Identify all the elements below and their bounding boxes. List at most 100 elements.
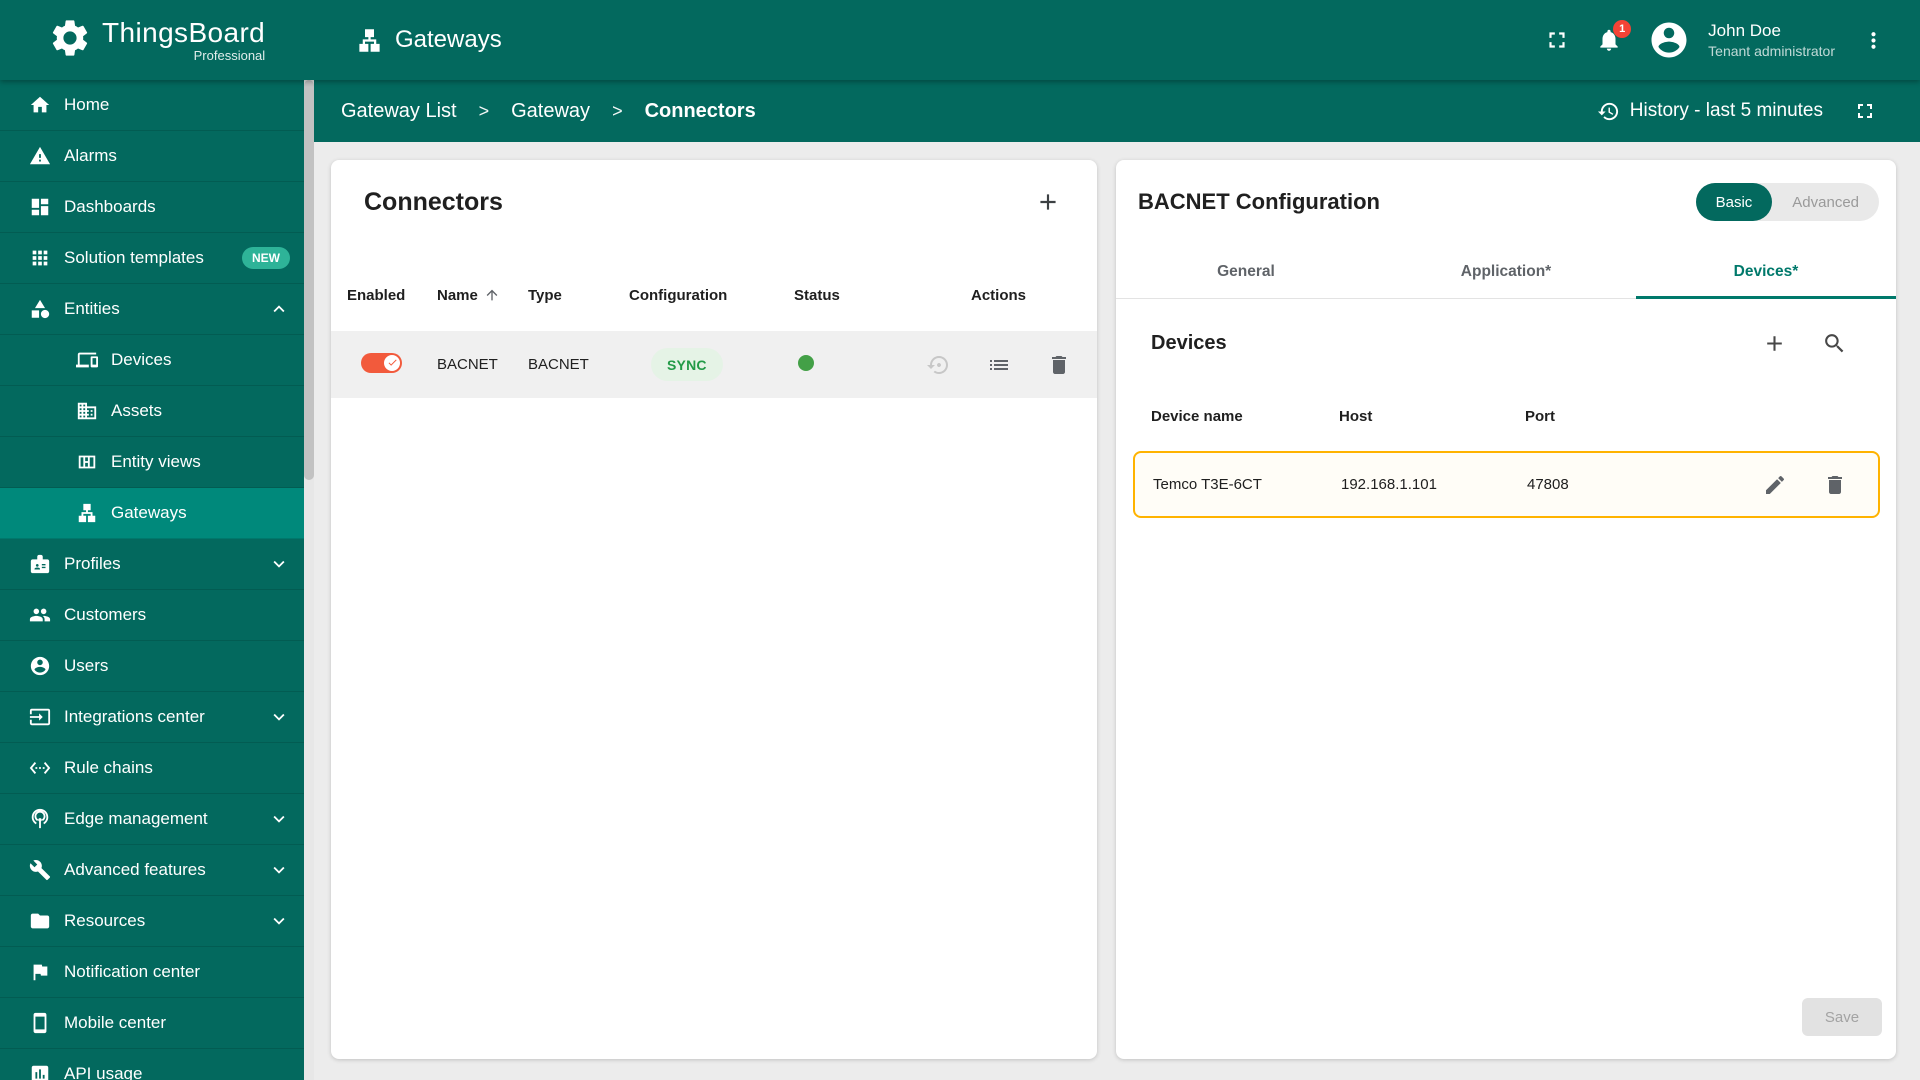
sidebar-item-label: Devices bbox=[111, 350, 172, 369]
column-configuration: Configuration bbox=[629, 286, 728, 304]
sync-chip[interactable]: SYNC bbox=[651, 348, 723, 381]
folder-icon bbox=[29, 910, 51, 932]
breadcrumb-gateway[interactable]: Gateway bbox=[511, 100, 590, 123]
antenna-icon bbox=[29, 808, 51, 830]
tab-devices[interactable]: Devices* bbox=[1636, 245, 1896, 299]
search-icon[interactable] bbox=[1822, 331, 1847, 356]
category-icon bbox=[29, 298, 51, 320]
config-card-header: BACNET Configuration Basic Advanced bbox=[1116, 180, 1896, 224]
column-host: Host bbox=[1339, 407, 1373, 425]
sidebar-item-advanced-features[interactable]: Advanced features bbox=[0, 845, 304, 896]
top-bar: ThingsBoard Professional Gateways 1 John… bbox=[0, 0, 1920, 80]
new-badge: NEW bbox=[242, 247, 290, 269]
sidebar-item-entities[interactable]: Entities bbox=[0, 284, 304, 335]
sidebar-item-profiles[interactable]: Profiles bbox=[0, 539, 304, 590]
chevron-up-icon bbox=[268, 298, 290, 320]
sidebar-item-dashboards[interactable]: Dashboards bbox=[0, 182, 304, 233]
sidebar-item-solution-templates[interactable]: Solution templates NEW bbox=[0, 233, 304, 284]
dashboard-fullscreen-icon[interactable] bbox=[1853, 99, 1877, 123]
sidebar-item-entity-views[interactable]: Entity views bbox=[0, 437, 304, 488]
brand-name: ThingsBoard bbox=[102, 17, 266, 48]
breadcrumb: Gateway List > Gateway > Connectors bbox=[341, 100, 756, 123]
user-avatar[interactable] bbox=[1648, 19, 1690, 61]
fullscreen-icon[interactable] bbox=[1544, 27, 1570, 53]
save-button[interactable]: Save bbox=[1802, 998, 1882, 1036]
warning-icon bbox=[29, 145, 51, 167]
sidebar-item-users[interactable]: Users bbox=[0, 641, 304, 692]
basic-mode-button[interactable]: Basic bbox=[1695, 183, 1773, 221]
user-menu[interactable]: John Doe Tenant administrator bbox=[1708, 20, 1835, 60]
sitemap-icon bbox=[76, 502, 98, 524]
sidebar-item-home[interactable]: Home bbox=[0, 80, 304, 131]
delete-connector-icon[interactable] bbox=[1047, 353, 1071, 377]
people-icon bbox=[29, 604, 51, 626]
smartphone-icon bbox=[29, 1012, 51, 1034]
column-actions: Actions bbox=[970, 286, 1026, 304]
breadcrumb-bar: Gateway List > Gateway > Connectors Hist… bbox=[314, 80, 1920, 142]
sidebar-item-api-usage[interactable]: API usage bbox=[0, 1049, 304, 1080]
sidebar-item-label: Dashboards bbox=[64, 197, 156, 216]
sidebar-item-label: Resources bbox=[64, 911, 146, 930]
sidebar-item-mobile-center[interactable]: Mobile center bbox=[0, 998, 304, 1049]
sidebar-item-label: Home bbox=[64, 95, 110, 114]
sidebar-item-assets[interactable]: Assets bbox=[0, 386, 304, 437]
thingsboard-logo[interactable]: ThingsBoard Professional bbox=[48, 16, 266, 65]
sidebar-item-label: Gateways bbox=[111, 503, 187, 522]
home-icon bbox=[29, 94, 51, 116]
config-title: BACNET Configuration bbox=[1138, 189, 1380, 214]
apps-icon bbox=[29, 247, 51, 269]
main-content: Connectors Enabled Name Type Configurati… bbox=[314, 142, 1920, 1080]
devices-title: Devices bbox=[1151, 331, 1227, 354]
thingsboard-app: ThingsBoard Professional Gateways 1 John… bbox=[0, 0, 1920, 1080]
sort-ascending-icon bbox=[484, 287, 500, 303]
gear-logo-icon bbox=[48, 16, 92, 65]
connector-enabled-toggle[interactable] bbox=[361, 352, 402, 373]
add-connector-button[interactable] bbox=[1035, 189, 1061, 215]
sidebar-item-resources[interactable]: Resources bbox=[0, 896, 304, 947]
sidebar-item-notification-center[interactable]: Notification center bbox=[0, 947, 304, 998]
logs-list-icon[interactable] bbox=[987, 353, 1011, 377]
chevron-down-icon bbox=[268, 859, 290, 881]
sidebar-item-devices[interactable]: Devices bbox=[0, 335, 304, 386]
edit-device-icon[interactable] bbox=[1763, 473, 1787, 497]
tab-application[interactable]: Application* bbox=[1376, 245, 1636, 298]
breadcrumb-gateway-list[interactable]: Gateway List bbox=[341, 100, 457, 123]
page-title-label: Gateways bbox=[395, 26, 502, 53]
add-device-button[interactable] bbox=[1762, 331, 1787, 356]
notifications-bell[interactable]: 1 bbox=[1596, 20, 1632, 53]
column-name[interactable]: Name bbox=[437, 287, 528, 304]
rpc-icon[interactable] bbox=[926, 353, 951, 377]
history-range-button[interactable]: History - last 5 minutes bbox=[1597, 100, 1823, 123]
tab-general[interactable]: General bbox=[1116, 245, 1376, 298]
chevron-down-icon bbox=[268, 910, 290, 932]
connector-type: BACNET bbox=[528, 356, 589, 373]
sidebar-item-label: Mobile center bbox=[64, 1013, 167, 1032]
sidebar-item-label: Advanced features bbox=[64, 860, 206, 879]
sidebar-item-edge-management[interactable]: Edge management bbox=[0, 794, 304, 845]
chart-icon bbox=[29, 1063, 51, 1080]
badge-icon bbox=[29, 553, 51, 575]
sidebar-scrollbar[interactable] bbox=[304, 80, 314, 1080]
sidebar-item-alarms[interactable]: Alarms bbox=[0, 131, 304, 182]
sidebar-item-integrations-center[interactable]: Integrations center bbox=[0, 692, 304, 743]
config-tabs: General Application* Devices* bbox=[1116, 245, 1896, 299]
device-port: 47808 bbox=[1527, 476, 1569, 493]
ethernet-icon bbox=[29, 757, 51, 779]
sidebar-item-customers[interactable]: Customers bbox=[0, 590, 304, 641]
device-host: 192.168.1.101 bbox=[1341, 476, 1437, 493]
device-row[interactable]: Temco T3E-6CT 192.168.1.101 47808 bbox=[1133, 451, 1880, 518]
sidebar-scrollbar-thumb[interactable] bbox=[304, 80, 314, 480]
delete-device-icon[interactable] bbox=[1823, 473, 1847, 497]
advanced-mode-button[interactable]: Advanced bbox=[1772, 183, 1879, 221]
chevron-down-icon bbox=[268, 553, 290, 575]
sidebar-item-label: Entities bbox=[64, 299, 120, 318]
sidebar-item-gateways[interactable]: Gateways bbox=[0, 488, 304, 539]
sidebar-item-rule-chains[interactable]: Rule chains bbox=[0, 743, 304, 794]
sidebar-item-label: Entity views bbox=[111, 452, 201, 471]
sidebar-item-label: Users bbox=[64, 656, 109, 675]
kebab-menu-icon[interactable] bbox=[1861, 28, 1886, 53]
view-quilt-icon bbox=[76, 451, 98, 473]
person-circle-icon bbox=[29, 655, 51, 677]
connector-row[interactable]: BACNET BACNET SYNC bbox=[331, 331, 1097, 398]
devices-actions bbox=[1762, 331, 1847, 356]
